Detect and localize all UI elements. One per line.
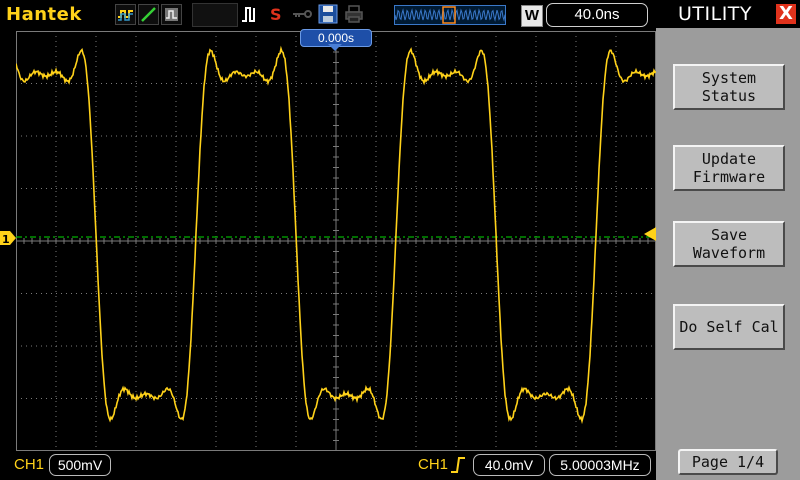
window-mode-badge: W (521, 5, 543, 27)
trigger-level-readout[interactable]: 40.0mV (473, 454, 545, 476)
trigger-position-arrow-icon (328, 44, 342, 51)
stop-s-icon: S (266, 4, 286, 24)
svg-text:1: 1 (2, 233, 10, 245)
ramp-icon[interactable] (138, 4, 159, 25)
rising-edge-icon (451, 457, 465, 473)
menu-title-bar: UTILITY X (656, 0, 800, 28)
timebase-readout: 40.0ns (546, 3, 648, 27)
waveform-overview-bar[interactable] (394, 5, 506, 25)
waveform-display[interactable] (16, 31, 656, 451)
button-line: Status (701, 87, 757, 105)
overview-waveform (394, 8, 506, 22)
button-line: System (701, 69, 757, 87)
status-icons: S (240, 3, 364, 25)
ch1-scale-readout[interactable]: 500mV (49, 454, 111, 476)
close-icon[interactable]: X (776, 4, 796, 24)
brand-logo: Hantek (6, 4, 82, 25)
persist-icon[interactable] (161, 4, 182, 25)
save-waveform-button[interactable]: Save Waveform (673, 221, 785, 267)
acquire-mode-icons (115, 4, 182, 25)
top-status-bar: Hantek S W 40.0ns (0, 0, 656, 30)
button-line: Save (710, 226, 748, 244)
menu-title: UTILITY (678, 3, 753, 25)
do-self-cal-button[interactable]: Do Self Cal (673, 304, 785, 350)
ch1-ground-marker-icon[interactable]: 1 (0, 231, 16, 245)
button-line: Do Self Cal (679, 318, 779, 336)
page-indicator-button[interactable]: Page 1/4 (678, 449, 778, 475)
button-line: Waveform (692, 244, 766, 262)
ch1-label: CH1 (14, 456, 45, 473)
pulse-icon (240, 4, 260, 24)
system-status-button[interactable]: System Status (673, 64, 785, 110)
svg-text:S: S (270, 5, 282, 23)
save-disk-icon[interactable] (318, 4, 338, 24)
update-firmware-button[interactable]: Update Firmware (673, 145, 785, 191)
trigger-source-label: CH1 (418, 456, 449, 473)
square-wave-icon[interactable] (115, 4, 136, 25)
utility-menu: UTILITY X System Status Update Firmware … (656, 0, 800, 480)
frequency-readout: 5.00003MHz (549, 454, 651, 476)
printer-icon[interactable] (344, 4, 364, 24)
key-icon (292, 4, 312, 24)
button-line: Firmware (692, 168, 766, 186)
button-line: Update (701, 150, 757, 168)
blank-indicator (192, 3, 238, 27)
bottom-info-bar: CH1 500mV CH1 40.0mV 5.00003MHz (0, 452, 656, 480)
